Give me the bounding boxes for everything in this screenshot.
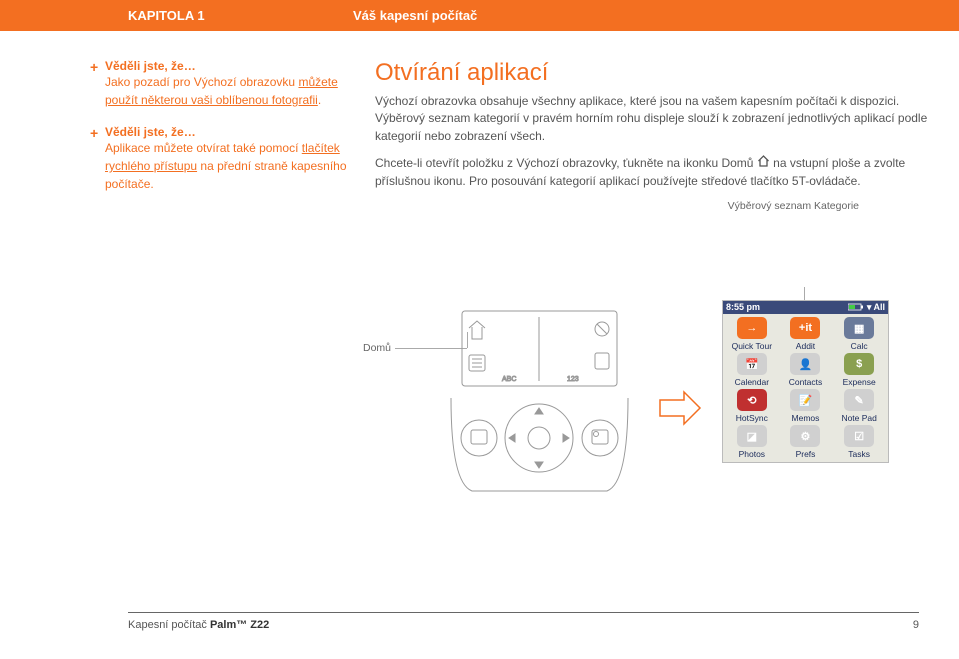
palm-app-icon: →: [737, 317, 767, 339]
tip-block: + Věděli jste, že… Jako pozadí pro Výcho…: [105, 59, 355, 109]
sidebar-tips: + Věděli jste, že… Jako pozadí pro Výcho…: [105, 59, 375, 212]
body-paragraph: Chcete-li otevřít položku z Výchozí obra…: [375, 155, 929, 190]
palm-app[interactable]: ▦ Calc: [833, 317, 885, 351]
palm-home-screenshot: 8:55 pm ▾ All → Quick Tour +it Addit ▦ Calc 📅 C…: [722, 300, 889, 463]
palm-app-icon: ▦: [844, 317, 874, 339]
palm-app-icon: ⚙: [790, 425, 820, 447]
palm-time: 8:55 pm: [726, 302, 760, 313]
device-outline: ABC 123: [447, 303, 632, 495]
plus-icon: +: [90, 125, 98, 141]
leader-line: [467, 332, 468, 348]
page-header: KAPITOLA 1 Váš kapesní počítač: [0, 0, 959, 31]
palm-app[interactable]: ◪ Photos: [726, 425, 778, 459]
tip-title: Věděli jste, že…: [105, 125, 355, 139]
palm-app-icon: ◪: [737, 425, 767, 447]
tip-body: Jako pozadí pro Výchozí obrazovku můžete…: [105, 73, 355, 109]
leader-line: [395, 348, 467, 349]
home-label: Domů: [363, 342, 391, 354]
arrow-icon: [658, 390, 702, 434]
tip-block: + Věděli jste, že… Aplikace můžete otvír…: [105, 125, 355, 193]
palm-category[interactable]: ▾ All: [867, 302, 885, 313]
battery-icon: [848, 303, 864, 313]
palm-app-label: Calendar: [726, 377, 778, 387]
palm-status-bar: 8:55 pm ▾ All: [723, 301, 888, 314]
plus-icon: +: [90, 59, 98, 75]
palm-app-label: Contacts: [780, 377, 832, 387]
palm-app[interactable]: 👤 Contacts: [780, 353, 832, 387]
header-title: Váš kapesní počítač: [353, 8, 477, 23]
palm-app-icon: $: [844, 353, 874, 375]
palm-app-icon: 👤: [790, 353, 820, 375]
palm-app-icon: ✎: [844, 389, 874, 411]
palm-app[interactable]: → Quick Tour: [726, 317, 778, 351]
palm-app[interactable]: 📅 Calendar: [726, 353, 778, 387]
palm-app-label: Memos: [780, 413, 832, 423]
palm-app-grid: → Quick Tour +it Addit ▦ Calc 📅 Calendar 👤 Contac…: [723, 314, 888, 462]
palm-app-label: Note Pad: [833, 413, 885, 423]
palm-app[interactable]: 📝 Memos: [780, 389, 832, 423]
palm-app-icon: 📝: [790, 389, 820, 411]
page-title: Otvírání aplikací: [375, 59, 929, 87]
page-footer: Kapesní počítač Palm™ Z22 9: [128, 612, 919, 631]
main-content: Otvírání aplikací Výchozí obrazovka obsa…: [375, 59, 929, 212]
palm-app-icon: ☑: [844, 425, 874, 447]
svg-text:ABC: ABC: [502, 376, 516, 383]
palm-app-label: Addit: [780, 341, 832, 351]
palm-app[interactable]: ⚙ Prefs: [780, 425, 832, 459]
home-icon: [757, 155, 770, 172]
palm-app[interactable]: $ Expense: [833, 353, 885, 387]
palm-app-label: HotSync: [726, 413, 778, 423]
palm-app-icon: 📅: [737, 353, 767, 375]
palm-app-label: Tasks: [833, 449, 885, 459]
chapter-label: KAPITOLA 1: [128, 8, 353, 23]
category-label: Výběrový seznam Kategorie: [375, 200, 929, 212]
palm-app-icon: ⟲: [737, 389, 767, 411]
svg-text:123: 123: [567, 376, 579, 383]
palm-app-label: Expense: [833, 377, 885, 387]
palm-app-label: Prefs: [780, 449, 832, 459]
palm-app[interactable]: ⟲ HotSync: [726, 389, 778, 423]
page-number: 9: [913, 619, 919, 631]
palm-app-label: Quick Tour: [726, 341, 778, 351]
palm-app[interactable]: ☑ Tasks: [833, 425, 885, 459]
footer-product: Kapesní počítač Palm™ Z22: [128, 619, 269, 631]
tip-body: Aplikace můžete otvírat také pomocí tlač…: [105, 139, 355, 193]
palm-app[interactable]: ✎ Note Pad: [833, 389, 885, 423]
body-paragraph: Výchozí obrazovka obsahuje všechny aplik…: [375, 93, 929, 145]
palm-app-label: Calc: [833, 341, 885, 351]
palm-app-label: Photos: [726, 449, 778, 459]
tip-title: Věděli jste, že…: [105, 59, 355, 73]
palm-app[interactable]: +it Addit: [780, 317, 832, 351]
palm-app-icon: +it: [790, 317, 820, 339]
